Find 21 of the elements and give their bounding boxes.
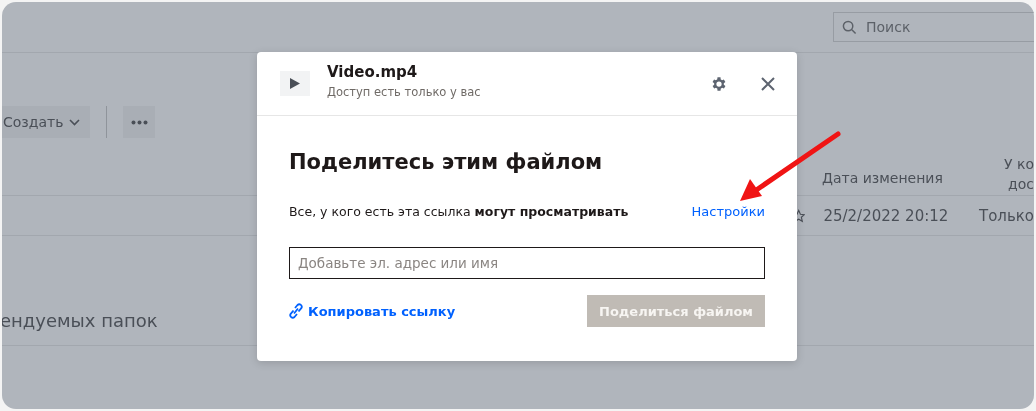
- search-field[interactable]: Поиск: [833, 12, 1034, 42]
- close-button[interactable]: [761, 76, 775, 91]
- table-cell-text: 25/2/2022 20:12: [823, 206, 950, 225]
- more-button[interactable]: [123, 106, 156, 138]
- link-permission-text: Все, у кого есть эта ссылка могут просматривать: [289, 204, 629, 219]
- settings-link[interactable]: Настройки: [691, 204, 765, 219]
- table-cell: Только: [979, 206, 1034, 225]
- link-icon: [289, 303, 303, 319]
- column-header: Дата изменения: [822, 169, 944, 188]
- column-header: У ко дос: [1003, 155, 1034, 194]
- copy-link[interactable]: Копировать ссылку: [289, 303, 456, 319]
- settings-button[interactable]: [710, 74, 728, 93]
- dialog-heading: Поделитесь этим файлом: [289, 150, 604, 174]
- more-icon: [130, 119, 148, 125]
- access-note: Доступ есть только у вас: [327, 84, 482, 99]
- video-file-icon: [280, 71, 310, 96]
- search-icon: [842, 20, 857, 35]
- chevron-down-icon: [69, 118, 81, 126]
- create-button[interactable]: Создать: [2, 106, 91, 138]
- file-name: Video.mp4: [327, 62, 419, 81]
- invite-input[interactable]: Добавьте эл. адрес или имя: [289, 247, 765, 279]
